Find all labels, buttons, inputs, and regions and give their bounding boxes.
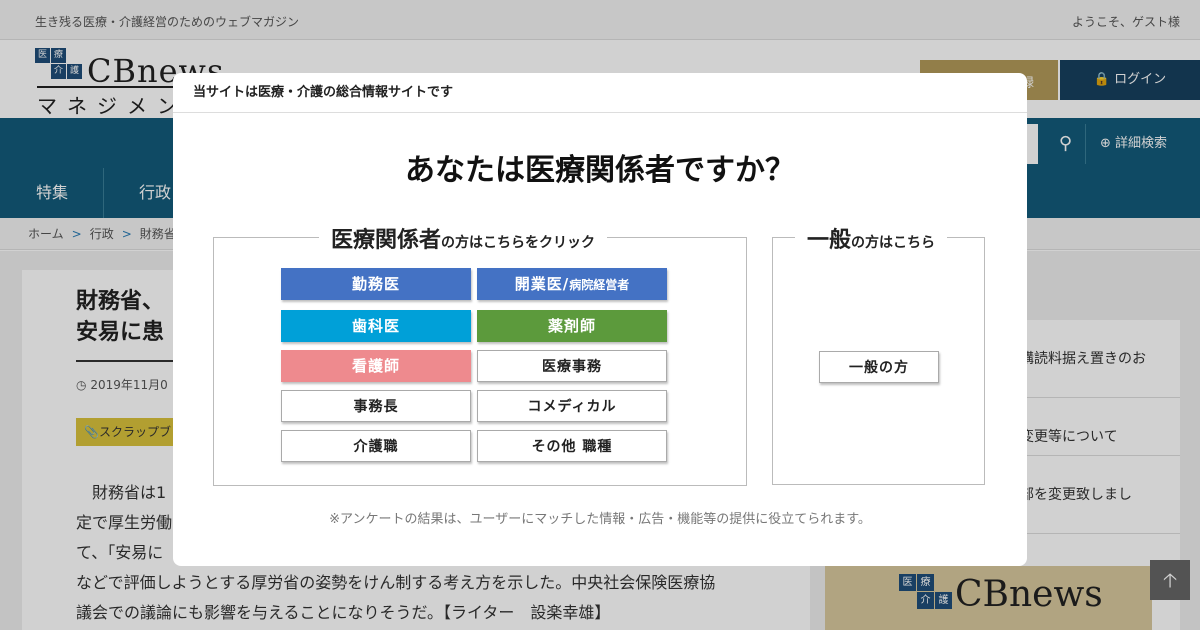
general-legend-main: 一般 [807,228,852,253]
general-legend-sub: の方はこちら [851,235,936,251]
dentist-button[interactable]: 歯科医 [281,310,471,342]
medical-legend-main: 医療関係者 [331,228,442,253]
care-worker-button[interactable]: 介護職 [281,430,471,462]
general-public-button[interactable]: 一般の方 [819,351,939,383]
modal-header: 当サイトは医療・介護の総合情報サイトです [173,73,1027,113]
profession-modal: 当サイトは医療・介護の総合情報サイトです あなたは医療関係者ですか？ 医療関係者… [173,73,1027,566]
pharmacist-button[interactable]: 薬剤師 [477,310,667,342]
general-group-legend: 一般の方はこちら [795,222,948,254]
medical-clerk-button[interactable]: 医療事務 [477,350,667,382]
office-manager-button[interactable]: 事務長 [281,390,471,422]
survey-note: ※アンケートの結果は、ユーザーにマッチした情報・広告・機能等の提供に役立てられま… [329,512,871,527]
clinic-owner-sublabel: 病院経営者 [569,278,630,292]
comedical-button[interactable]: コメディカル [477,390,667,422]
nurse-button[interactable]: 看護師 [281,350,471,382]
medical-legend-sub: の方はこちらをクリック [441,235,596,251]
medical-group-legend: 医療関係者の方はこちらをクリック [319,222,608,254]
medical-professional-group: 医療関係者の方はこちらをクリック 勤務医 開業医/病院経営者 歯科医 薬剤師 看… [213,222,747,486]
clinic-owner-button[interactable]: 開業医/病院経営者 [477,268,667,300]
general-public-group: 一般の方はこちら 一般の方 [772,222,985,485]
clinic-owner-label: 開業医/ [514,275,570,293]
modal-question: あなたは医療関係者ですか？ [405,153,795,188]
doctor-button[interactable]: 勤務医 [281,268,471,300]
other-profession-button[interactable]: その他 職種 [477,430,667,462]
